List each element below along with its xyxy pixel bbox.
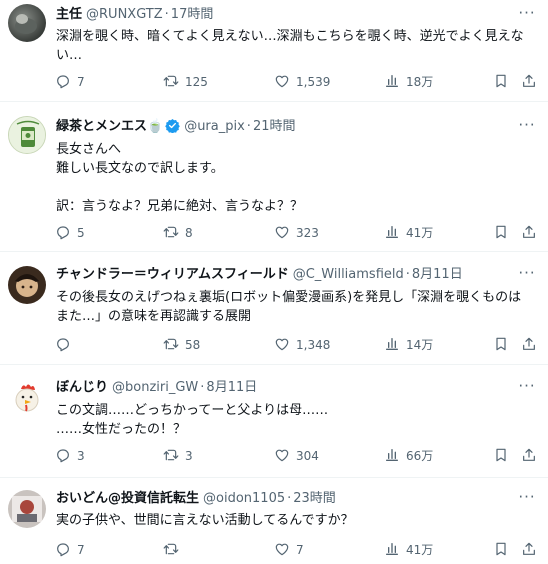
like-icon [275,75,289,88]
retweet-count: 3 [185,449,193,463]
action-bar: 58 1,348 14万 [0,336,548,354]
timestamp[interactable]: 17時間 [171,7,214,22]
tweet-text: 深淵を覗く時、暗くてよく見えない…深淵もこちらを覗く時、逆光でよく見えない… [56,29,524,63]
tweet-text: 長女さんへ 難しい長文なので訳します。 訳：言うなよ？兄弟に絶対、言うなよ？？ [56,142,304,214]
retweet-icon [163,226,179,238]
tweet-header: ぼんじり @bonziri_GW · 8月11日 [56,379,512,397]
avatar[interactable] [8,4,46,42]
more-icon[interactable]: ··· [518,379,536,397]
views-icon [386,338,398,350]
tweet-header: 緑茶とメンエス🍵 @ura_pix · 21時間 [56,118,512,136]
tweet[interactable]: 主任 @RUNXGTZ · 17時間 ··· 深淵を覗く時、暗くてよく見えない…深淵も… [0,0,548,98]
like-icon [275,338,289,351]
timestamp[interactable]: 8月11日 [206,380,257,395]
share-icon [523,225,535,238]
share-icon [523,542,535,555]
reply-icon [57,75,69,89]
like-icon [275,226,289,239]
tweet[interactable]: チャンドラー＝ウィリアムスフィールド @C_Williamsfield · 8月11日… [0,252,548,360]
retweet-count: 125 [185,75,208,89]
display-name[interactable]: チャンドラー＝ウィリアムスフィールド [56,267,289,282]
avatar[interactable] [8,266,46,304]
avatar[interactable] [8,116,46,154]
timestamp[interactable]: 21時間 [253,119,296,134]
timestamp[interactable]: 8月11日 [412,267,463,282]
user-handle[interactable]: @RUNXGTZ [86,7,163,22]
display-name[interactable]: おいどん@投資信託転生 [56,491,199,506]
action-bar: 5 8 323 41万 [0,224,548,242]
user-handle[interactable]: @oidon1105 [203,491,285,506]
tweet-header: 主任 @RUNXGTZ · 17時間 [56,6,512,24]
more-icon[interactable]: ··· [518,6,536,24]
view-count: 66万 [406,449,434,463]
reply-icon [57,338,69,352]
view-count: 14万 [406,338,434,352]
display-name[interactable]: 主任 [56,7,82,22]
share-icon [523,337,535,350]
bookmark-icon [496,542,506,556]
like-count: 7 [296,543,304,557]
like-count: 323 [296,226,319,240]
separator-dot: · [287,491,292,506]
more-icon[interactable]: ··· [518,118,536,136]
tweet-header: チャンドラー＝ウィリアムスフィールド @C_Williamsfield · 8月11日 [56,266,512,284]
reply-count: 7 [77,75,85,89]
user-handle[interactable]: @C_Williamsfield [293,267,404,282]
reply-count: 5 [77,226,85,240]
separator-dot: · [405,267,410,282]
like-count: 1,539 [296,75,331,89]
view-count: 41万 [406,543,434,557]
views-icon [386,75,398,87]
views-icon [386,449,398,461]
retweet-count: 58 [185,338,201,352]
bookmark-icon [496,74,506,88]
share-icon [523,74,535,87]
user-handle[interactable]: @ura_pix [184,119,245,134]
like-icon [275,543,289,556]
user-handle[interactable]: @bonziri_GW [112,380,198,395]
share-icon [523,448,535,461]
reply-icon [57,226,69,240]
action-bar: 7 125 1,539 18万 [0,73,548,91]
avatar[interactable] [8,490,46,528]
tweet[interactable]: 緑茶とメンエス🍵 @ura_pix · 21時間 ··· 長女さんへ 難しい長文なので… [0,102,548,248]
action-bar: 7 7 41万 [0,541,548,559]
bookmark-icon [496,337,506,351]
separator-dot: · [164,7,169,22]
tweet-header: おいどん@投資信託転生 @oidon1105 · 23時間 [56,490,512,508]
retweet-icon [163,338,179,350]
tweet-text: 実の子供や、世間に言えない活動してるんですか？ [56,513,354,528]
reply-count: 3 [77,449,85,463]
views-icon [386,226,398,238]
verified-badge-icon [165,118,180,133]
reply-icon [57,449,69,463]
tweet[interactable]: ぼんじり @bonziri_GW · 8月11日 ··· この文調……どっちかってーと… [0,365,548,475]
views-icon [386,543,398,555]
like-count: 304 [296,449,319,463]
bookmark-icon [496,448,506,462]
tweet-text: その後長女のえげつねぇ裏垢(ロボット偏愛漫画系)を発見し「深淵を覗くものはまた…… [56,290,522,324]
like-count: 1,348 [296,338,331,352]
bookmark-icon [496,225,506,239]
display-name[interactable]: ぼんじり [56,380,108,395]
retweet-icon [163,543,179,555]
retweet-count: 8 [185,226,193,240]
view-count: 41万 [406,226,434,240]
avatar[interactable] [8,379,46,417]
like-icon [275,449,289,462]
view-count: 18万 [406,75,434,89]
separator-dot: · [246,119,251,134]
more-icon[interactable]: ··· [518,490,536,508]
timestamp[interactable]: 23時間 [293,491,336,506]
retweet-icon [163,449,179,461]
display-name[interactable]: 緑茶とメンエス🍵 [56,119,163,134]
more-icon[interactable]: ··· [518,266,536,284]
reply-icon [57,543,69,557]
tweet-text: この文調……どっちかってーと父よりは母…… ……女性だったの！？ [56,403,329,437]
separator-dot: · [200,380,205,395]
retweet-icon [163,75,179,87]
tweet[interactable]: おいどん@投資信託転生 @oidon1105 · 23時間 ··· 実の子供や、世間に… [0,478,548,564]
action-bar: 3 3 304 66万 [0,447,548,465]
reply-count: 7 [77,543,85,557]
